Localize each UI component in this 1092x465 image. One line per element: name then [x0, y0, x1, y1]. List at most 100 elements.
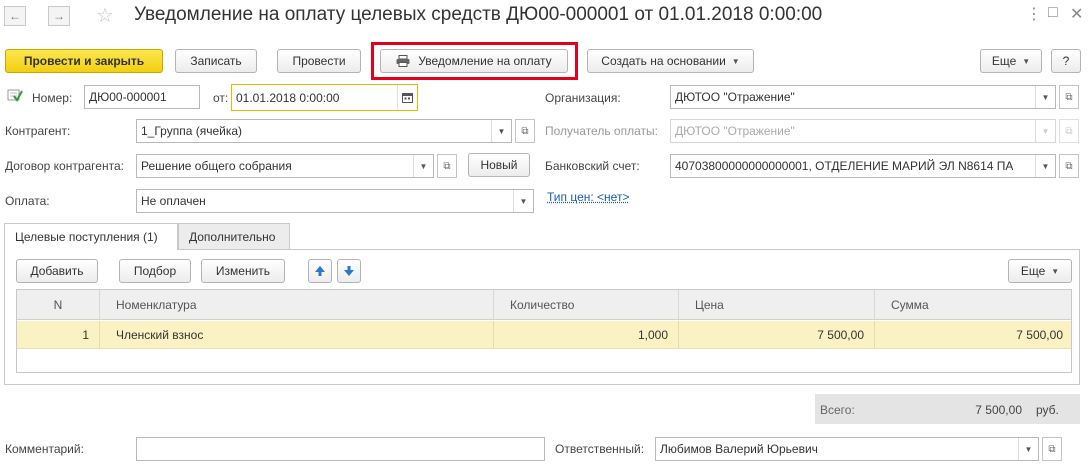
organization-field[interactable]: ДЮТОО "Отражение" ▼ — [670, 85, 1056, 109]
organization-open-button[interactable]: ⧉ — [1059, 85, 1079, 109]
select-button[interactable]: Подбор — [119, 259, 191, 283]
bank-account-dropdown[interactable]: ▼ — [1035, 155, 1055, 177]
cell-item[interactable]: Членский взнос — [100, 321, 494, 349]
new-contract-button[interactable]: Новый — [468, 153, 530, 177]
table-more-button[interactable]: Еще ▼ — [1008, 259, 1072, 283]
column-header-quantity[interactable]: Количество — [494, 290, 679, 320]
bank-account-open-button[interactable]: ⧉ — [1059, 154, 1079, 178]
price-type-link[interactable]: Тип цен: <нет> — [547, 190, 629, 204]
post-and-close-button[interactable]: Провести и закрыть — [5, 49, 163, 73]
date-value: 01.01.2018 0:00:00 — [236, 90, 340, 105]
dropdown-icon: ▼ — [497, 126, 506, 136]
back-arrow-icon: ← — [9, 9, 21, 23]
dropdown-icon: ▼ — [519, 196, 528, 206]
responsible-label: Ответственный: — [555, 442, 645, 456]
contract-dropdown[interactable]: ▼ — [413, 155, 433, 177]
tab-target-receipts[interactable]: Целевые поступления (1) — [4, 223, 178, 250]
calendar-button[interactable] — [397, 85, 417, 110]
move-up-button[interactable] — [308, 259, 332, 283]
dropdown-icon: ▼ — [419, 161, 428, 171]
open-form-icon: ⧉ — [1065, 160, 1073, 172]
recipient-open-button: ⧉ — [1059, 119, 1079, 143]
comment-field[interactable] — [136, 437, 545, 461]
printer-icon — [396, 55, 410, 67]
column-header-sum[interactable]: Сумма — [875, 290, 1071, 320]
cell-sum[interactable]: 7 500,00 — [875, 321, 1071, 349]
payment-dropdown[interactable]: ▼ — [513, 190, 533, 212]
star-icon[interactable]: ☆ — [96, 3, 114, 28]
add-row-button[interactable]: Добавить — [16, 259, 98, 283]
dropdown-icon: ▼ — [1041, 161, 1050, 171]
chevron-down-icon: ▼ — [1051, 266, 1060, 276]
more-label: Еще — [991, 54, 1017, 68]
payment-notice-label: Уведомление на оплату — [418, 54, 552, 68]
edit-button[interactable]: Изменить — [201, 259, 285, 283]
date-field[interactable]: 01.01.2018 0:00:00 — [231, 84, 418, 111]
tab-additional[interactable]: Дополнительно — [178, 223, 290, 249]
forward-button[interactable]: → — [48, 6, 70, 26]
column-header-item[interactable]: Номенклатура — [100, 290, 494, 320]
contract-label: Договор контрагента: — [5, 159, 124, 173]
dropdown-icon: ▼ — [1041, 126, 1050, 136]
responsible-field[interactable]: Любимов Валерий Юрьевич ▼ — [655, 437, 1039, 461]
column-header-price[interactable]: Цена — [679, 290, 875, 320]
more-window-icon[interactable]: ⋮ — [1026, 4, 1042, 24]
payment-notice-button[interactable]: Уведомление на оплату — [380, 49, 568, 73]
recipient-field: ДЮТОО "Отражение" ▼ — [670, 119, 1056, 143]
chevron-down-icon: ▼ — [731, 56, 740, 66]
move-up-icon — [315, 266, 325, 276]
forward-arrow-icon: → — [53, 9, 65, 23]
open-form-icon: ⧉ — [443, 160, 451, 172]
counterparty-label: Контрагент: — [5, 124, 71, 138]
page-title: Уведомление на оплату целевых средств ДЮ… — [134, 4, 823, 25]
responsible-open-button[interactable]: ⧉ — [1042, 437, 1062, 461]
create-based-on-button[interactable]: Создать на основании ▼ — [587, 49, 754, 73]
move-down-button[interactable] — [337, 259, 361, 283]
responsible-value: Любимов Валерий Юрьевич — [660, 442, 818, 456]
write-button[interactable]: Записать — [175, 49, 257, 73]
open-form-icon: ⧉ — [521, 125, 529, 137]
create-based-on-label: Создать на основании — [601, 54, 726, 68]
payment-value: Не оплачен — [141, 194, 206, 208]
comment-label: Комментарий: — [5, 442, 84, 456]
cell-quantity[interactable]: 1,000 — [494, 321, 679, 349]
cell-price[interactable]: 7 500,00 — [679, 321, 875, 349]
number-label: Номер: — [32, 91, 73, 105]
bank-account-field[interactable]: 40703800000000000001, ОТДЕЛЕНИЕ МАРИЙ ЭЛ… — [670, 154, 1056, 178]
cell-n[interactable]: 1 — [17, 321, 100, 349]
contract-field[interactable]: Решение общего собрания ▼ — [136, 154, 434, 178]
open-form-icon: ⧉ — [1048, 443, 1056, 455]
chevron-down-icon: ▼ — [1022, 56, 1031, 66]
total-currency: руб. — [1036, 403, 1059, 417]
maximize-icon[interactable]: □ — [1048, 4, 1058, 22]
post-button[interactable]: Провести — [277, 49, 361, 73]
items-table: N Номенклатура Количество Цена Сумма 1 Ч… — [16, 289, 1072, 373]
responsible-dropdown[interactable]: ▼ — [1018, 438, 1038, 460]
document-posted-icon — [7, 89, 23, 102]
date-label: от: — [213, 91, 229, 105]
open-form-icon: ⧉ — [1065, 91, 1073, 103]
organization-dropdown[interactable]: ▼ — [1035, 86, 1055, 108]
recipient-label: Получатель оплаты: — [545, 124, 658, 138]
organization-value: ДЮТОО "Отражение" — [675, 90, 795, 104]
contract-open-button[interactable]: ⧉ — [437, 154, 457, 178]
column-header-n[interactable]: N — [17, 290, 100, 320]
number-field[interactable]: ДЮ00-000001 — [84, 85, 200, 109]
dropdown-icon: ▼ — [1041, 92, 1050, 102]
back-button[interactable]: ← — [4, 6, 26, 26]
payment-label: Оплата: — [5, 194, 50, 208]
counterparty-dropdown[interactable]: ▼ — [491, 120, 511, 142]
bank-account-value: 40703800000000000001, ОТДЕЛЕНИЕ МАРИЙ ЭЛ… — [675, 159, 1014, 173]
payment-field[interactable]: Не оплачен ▼ — [136, 189, 534, 213]
counterparty-field[interactable]: 1_Группа (ячейка) ▼ — [136, 119, 512, 143]
bank-account-label: Банковский счет: — [545, 159, 640, 173]
counterparty-open-button[interactable]: ⧉ — [515, 119, 535, 143]
more-button[interactable]: Еще ▼ — [980, 49, 1042, 73]
close-icon[interactable]: ✕ — [1070, 4, 1083, 24]
help-button[interactable]: ? — [1051, 49, 1081, 73]
contract-value: Решение общего собрания — [141, 159, 292, 173]
calendar-icon — [402, 93, 413, 103]
recipient-value: ДЮТОО "Отражение" — [675, 124, 795, 138]
move-down-icon — [344, 266, 354, 276]
total-value: 7 500,00 — [975, 403, 1022, 417]
